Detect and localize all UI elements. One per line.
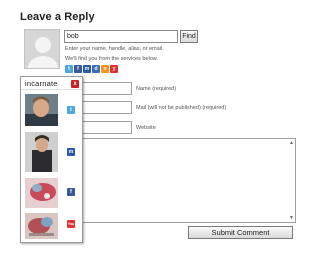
comment-textarea[interactable]: ▲ ▼ (82, 138, 296, 223)
myspace-icon[interactable]: m (83, 65, 91, 73)
result-photo-facebook[interactable] (25, 178, 58, 208)
website-field[interactable] (82, 121, 132, 134)
result-photo-myspace[interactable] (25, 132, 58, 172)
incarnate-logo: incarnate (25, 79, 58, 88)
submit-comment-button[interactable]: Submit Comment (188, 226, 293, 239)
website-label: Website (136, 125, 156, 131)
identity-hint-line1: Enter your name, handle, alias, or email… (65, 46, 164, 52)
incarnate-popup: incarnate x t m f You (20, 76, 83, 243)
result-photo-youtube[interactable] (25, 213, 58, 239)
myspace-badge-icon[interactable]: m (67, 148, 75, 156)
twitter-badge-icon[interactable]: t (67, 106, 75, 114)
facebook-icon[interactable]: f (74, 65, 82, 73)
scroll-down-arrow-icon[interactable]: ▼ (289, 215, 294, 221)
identity-search-input[interactable] (64, 30, 178, 43)
popup-header: incarnate x (21, 77, 82, 90)
result-photo-twitter[interactable] (25, 94, 58, 126)
service-icons-row: t f m d o y (65, 65, 118, 74)
delicious-icon[interactable]: d (92, 65, 100, 73)
email-field[interactable] (82, 101, 132, 114)
facebook-badge-icon[interactable]: f (67, 188, 75, 196)
name-label: Name (required) (136, 86, 177, 92)
twitter-icon[interactable]: t (65, 65, 73, 73)
name-field[interactable] (82, 82, 132, 95)
page-title: Leave a Reply (20, 11, 95, 23)
close-icon[interactable]: x (71, 80, 79, 88)
scroll-up-arrow-icon[interactable]: ▲ (289, 140, 294, 146)
identity-hint-line2: We'll find you from the services below. (65, 56, 158, 62)
avatar (24, 29, 60, 69)
email-label: Mail (will not be published) (required) (136, 105, 227, 111)
openid-icon[interactable]: o (101, 65, 109, 73)
youtube-icon[interactable]: y (110, 65, 118, 73)
youtube-badge-icon[interactable]: You (67, 220, 75, 228)
find-button[interactable]: Find (180, 30, 198, 43)
